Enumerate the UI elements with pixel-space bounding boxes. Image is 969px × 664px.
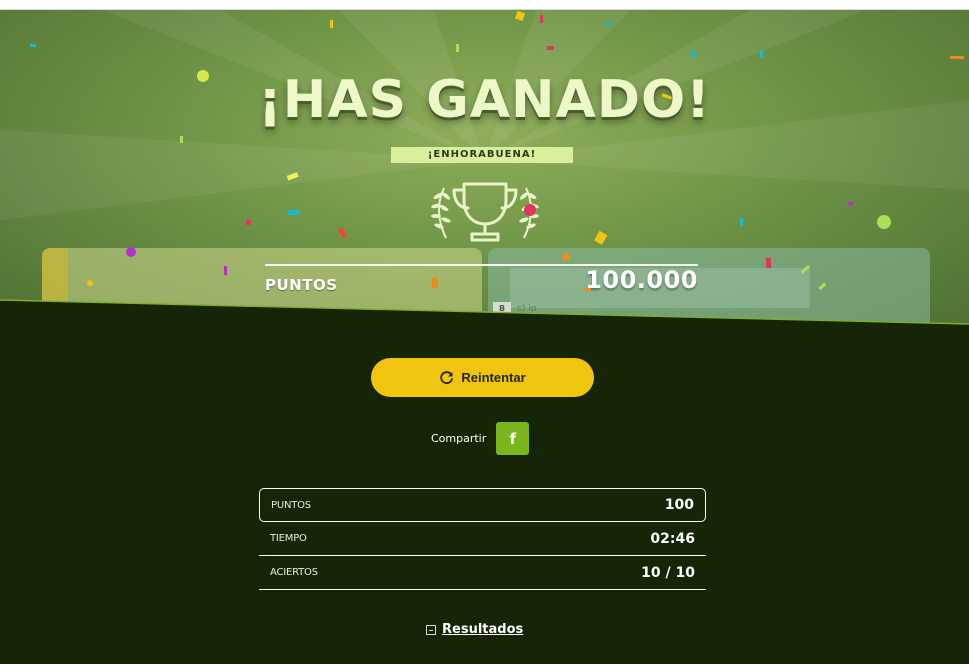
refresh-icon: [440, 370, 454, 384]
retry-label: Reintentar: [461, 370, 526, 385]
stat-label: TIEMPO: [270, 533, 307, 544]
stat-value: 02:46: [650, 530, 695, 547]
stat-value: 10 / 10: [641, 564, 695, 581]
hero-diagonal-edge: [0, 299, 969, 330]
share-label: Compartir: [431, 432, 487, 445]
browser-top-bar: [0, 0, 969, 10]
hero-banner: Bc) ip ¡HAS GANADO! ¡ENHORABUENA! PUNTOS…: [0, 10, 969, 330]
facebook-icon: f: [509, 429, 517, 448]
stat-row-points: PUNTOS 100: [259, 488, 706, 522]
stat-label: PUNTOS: [271, 499, 311, 511]
stat-value: 100: [664, 497, 694, 513]
retry-button[interactable]: Reintentar: [371, 358, 594, 397]
stat-label: ACIERTOS: [270, 567, 318, 578]
stats-table: PUNTOS 100 TIEMPO 02:46 ACIERTOS 10 / 10: [259, 488, 706, 590]
share-row: Compartir f: [431, 422, 530, 455]
facebook-share-button[interactable]: f: [496, 422, 530, 455]
stat-row-time: TIEMPO 02:46: [259, 522, 706, 556]
collapse-icon: [426, 624, 436, 635]
stat-row-correct: ACIERTOS 10 / 10: [259, 556, 706, 590]
results-link-label: Resultados: [442, 622, 524, 637]
result-screen: Bc) ip ¡HAS GANADO! ¡ENHORABUENA! PUNTOS…: [0, 0, 969, 664]
results-toggle[interactable]: Resultados: [426, 622, 523, 637]
